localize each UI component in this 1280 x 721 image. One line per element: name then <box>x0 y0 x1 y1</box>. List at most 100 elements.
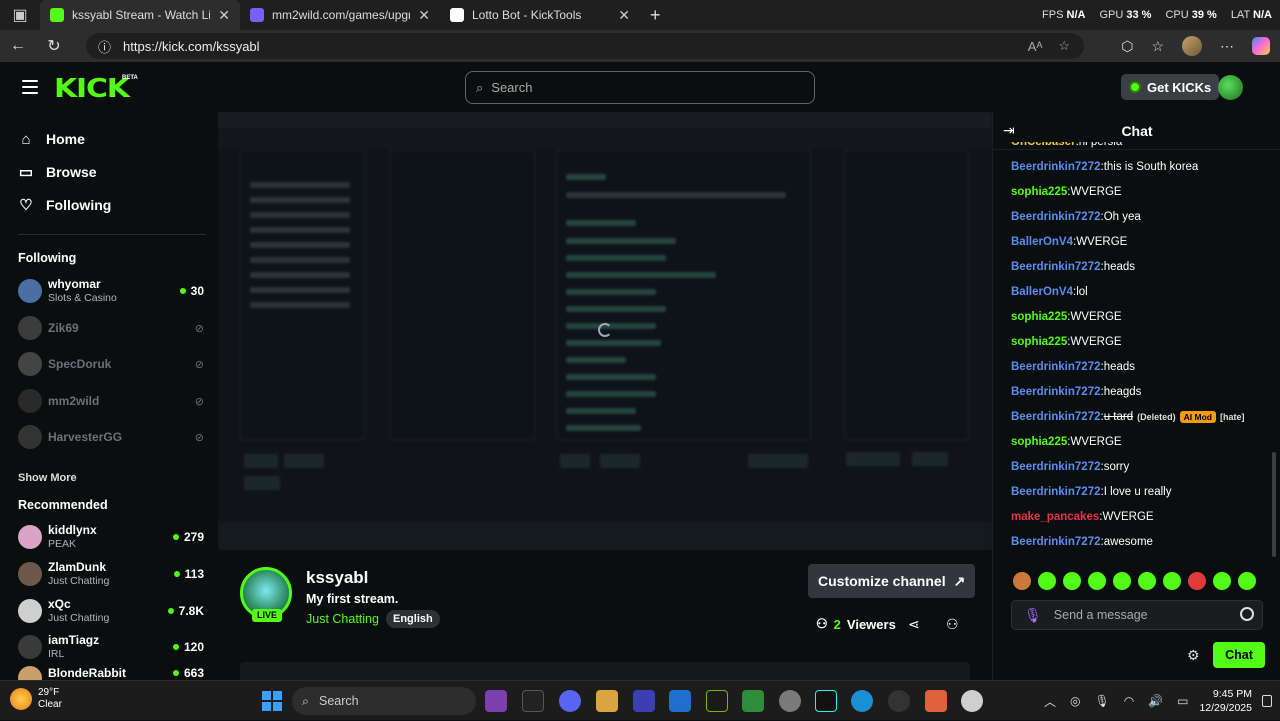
recommended-channel-iamtiagz[interactable]: iamTiagz IRL 120 <box>18 631 204 663</box>
menu-icon[interactable] <box>22 80 38 94</box>
app-icon[interactable] <box>961 690 983 712</box>
emote-icon[interactable] <box>1238 572 1256 590</box>
app-icon[interactable] <box>888 690 910 712</box>
tab-kick-stream[interactable]: kssyabl Stream - Watch Live on Kick ✕ <box>40 0 240 30</box>
user-avatar[interactable] <box>1218 75 1243 100</box>
emote-icon[interactable] <box>1038 572 1056 590</box>
app-icon[interactable] <box>633 690 655 712</box>
favorite-star-icon[interactable]: ☆ <box>1058 38 1070 54</box>
microphone-icon[interactable]: 🎙 <box>1095 694 1110 708</box>
volume-icon[interactable]: 🔊 <box>1148 694 1163 708</box>
app-icon[interactable] <box>669 690 691 712</box>
chevron-up-icon[interactable]: ︿ <box>1044 693 1056 710</box>
emote-icon[interactable] <box>1113 572 1131 590</box>
app-icon[interactable] <box>485 690 507 712</box>
sidebar-item-home[interactable]: ⌂ Home <box>18 124 84 154</box>
chat-input[interactable]: 🎙 Send a message <box>1011 600 1263 630</box>
close-tab-icon[interactable]: ✕ <box>218 7 230 24</box>
chat-username[interactable]: make_pancakes <box>1011 511 1099 523</box>
channel-name[interactable]: kssyabl <box>306 568 368 588</box>
close-tab-icon[interactable]: ✕ <box>618 7 630 24</box>
tab-mm2wild[interactable]: mm2wild.com/games/upgrader ✕ <box>240 0 440 30</box>
discord-icon[interactable] <box>559 690 581 712</box>
kick-logo[interactable]: KICK <box>54 74 130 104</box>
language-badge[interactable]: English <box>386 610 440 628</box>
app-tray-icon[interactable]: ◎ <box>1070 694 1080 708</box>
recommended-channel-blonderabbit[interactable]: BlondeRabbit 663 <box>18 666 204 680</box>
video-player[interactable] <box>218 112 992 550</box>
chat-username[interactable]: sophia225 <box>1011 336 1067 348</box>
clock[interactable]: 9:45 PM 12/29/2025 <box>1199 687 1252 715</box>
chat-username[interactable]: sophia225 <box>1011 186 1067 198</box>
app-icon[interactable] <box>925 690 947 712</box>
emote-icon[interactable] <box>1063 572 1081 590</box>
settings-icon[interactable] <box>779 690 801 712</box>
chat-username[interactable]: Beerdrinkin7272 <box>1011 211 1101 223</box>
nvidia-icon[interactable] <box>706 690 728 712</box>
show-more-link[interactable]: Show More <box>18 472 77 484</box>
chat-username[interactable]: sophia225 <box>1011 436 1067 448</box>
app-icon[interactable] <box>742 690 764 712</box>
address-bar[interactable]: ⓘ https://kick.com/kssyabl Aᴬ ☆ <box>86 33 1084 59</box>
extensions-icon[interactable]: ⬡ <box>1121 38 1133 55</box>
get-kicks-button[interactable]: Get KICKs <box>1121 74 1220 100</box>
recommended-channel-zlamdunk[interactable]: ZlamDunk Just Chatting 113 <box>18 558 204 590</box>
profile-avatar[interactable] <box>1182 36 1202 56</box>
following-channel-zik69[interactable]: Zik69 ⊘ <box>18 312 204 344</box>
file-explorer-icon[interactable] <box>596 690 618 712</box>
taskbar-search[interactable]: ⌕ Search <box>292 687 476 715</box>
stream-category-link[interactable]: Just Chatting <box>306 612 379 626</box>
notification-icon[interactable] <box>1262 695 1272 707</box>
emote-icon[interactable] <box>1188 572 1206 590</box>
tiktok-icon[interactable] <box>815 690 837 712</box>
chat-username[interactable]: Beerdrinkin7272 <box>1011 486 1101 498</box>
recommended-channel-xqc[interactable]: xQc Just Chatting 7.8K <box>18 595 204 627</box>
sidebar-item-following[interactable]: ♡ Following <box>18 190 111 220</box>
customize-channel-button[interactable]: Customize channel ↗ <box>808 564 976 598</box>
chat-scrollbar[interactable] <box>1272 452 1276 557</box>
emote-icon[interactable] <box>1138 572 1156 590</box>
microphone-icon[interactable]: 🎙 <box>1024 607 1042 624</box>
chat-username[interactable]: Beerdrinkin7272 <box>1011 261 1101 273</box>
wifi-icon[interactable]: ◠ <box>1124 694 1134 708</box>
chat-username[interactable]: OhCelbaser <box>1011 142 1076 148</box>
tab-actions-icon[interactable]: ▣ <box>0 0 40 30</box>
chat-username[interactable]: Beerdrinkin7272 <box>1011 411 1101 423</box>
read-aloud-icon[interactable]: Aᴬ <box>1028 39 1043 54</box>
windows-start-icon[interactable] <box>262 691 282 711</box>
emote-icon[interactable] <box>1013 572 1031 590</box>
edge-icon[interactable] <box>851 690 873 712</box>
new-tab-button[interactable]: + <box>640 0 680 30</box>
close-tab-icon[interactable]: ✕ <box>418 7 430 24</box>
following-channel-whyomar[interactable]: whyomar Slots & Casino 30 <box>18 275 204 307</box>
user-settings-icon[interactable]: ⚇ <box>946 616 959 633</box>
emote-icon[interactable] <box>1213 572 1231 590</box>
chat-username[interactable]: BallerOnV4 <box>1011 236 1073 248</box>
back-icon[interactable]: ← <box>0 30 36 62</box>
chat-username[interactable]: sophia225 <box>1011 311 1067 323</box>
app-icon[interactable] <box>522 690 544 712</box>
chat-username[interactable]: Beerdrinkin7272 <box>1011 361 1101 373</box>
chat-username[interactable]: Beerdrinkin7272 <box>1011 536 1101 548</box>
recommended-channel-kiddlynx[interactable]: kiddlynx PEAK 279 <box>18 521 204 553</box>
chat-username[interactable]: Beerdrinkin7272 <box>1011 461 1101 473</box>
following-channel-mm2wild[interactable]: mm2wild ⊘ <box>18 385 204 417</box>
more-options-icon[interactable]: ⋯ <box>1220 38 1234 55</box>
search-input[interactable]: ⌕ Search <box>465 71 815 104</box>
following-channel-specdoruk[interactable]: SpecDoruk ⊘ <box>18 348 204 380</box>
tab-kicktools[interactable]: Lotto Bot - KickTools ✕ <box>440 0 640 30</box>
sidebar-item-browse[interactable]: ▭ Browse <box>18 157 97 187</box>
battery-icon[interactable]: ▭ <box>1177 694 1188 708</box>
weather-widget[interactable]: 29°F Clear <box>10 687 62 711</box>
emote-icon[interactable] <box>1163 572 1181 590</box>
emote-icon[interactable] <box>1088 572 1106 590</box>
copilot-icon[interactable] <box>1252 37 1270 55</box>
send-chat-button[interactable]: Chat <box>1213 642 1265 668</box>
following-channel-harvestergg[interactable]: HarvesterGG ⊘ <box>18 421 204 453</box>
chat-username[interactable]: BallerOnV4 <box>1011 286 1073 298</box>
emoji-icon[interactable] <box>1240 607 1254 621</box>
site-info-icon[interactable]: ⓘ <box>98 37 111 56</box>
refresh-icon[interactable]: ↻ <box>36 30 72 62</box>
share-icon[interactable]: ⋖ <box>908 616 920 633</box>
gear-icon[interactable]: ⚙ <box>1187 647 1200 664</box>
